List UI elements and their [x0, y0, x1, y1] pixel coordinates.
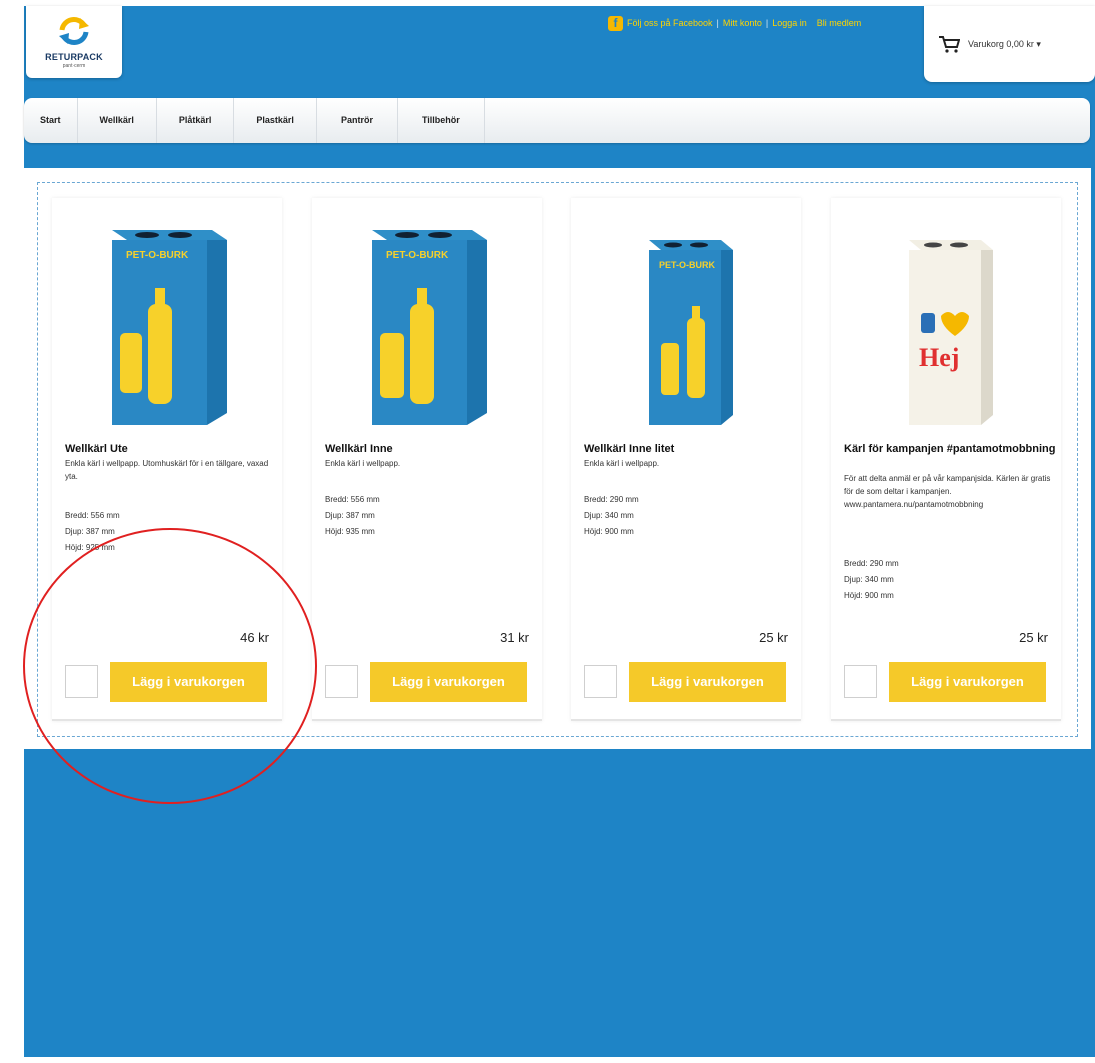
box-print: PET-O-BURK [386, 250, 449, 261]
product-description: Enkla kärl i wellpapp. Utomhuskärl för i… [65, 459, 269, 481]
product-height: Höjd: 900 mm [844, 591, 894, 600]
product-description: För att delta anmäl er på vår kampanjsid… [844, 474, 1051, 509]
product-title[interactable]: Wellkärl Inne litet [584, 443, 799, 456]
nav-item-platkarl[interactable]: Plåtkärl [157, 98, 235, 143]
product-card: PET-O-BURK Wellkärl Inne Enkla kärl i we… [312, 198, 542, 721]
box-print: PET-O-BURK [659, 260, 716, 270]
site-background: RETURPACK pant·cerm f Följ oss på Facebo… [24, 6, 1095, 1057]
box-print: Hej [919, 343, 959, 372]
product-title[interactable]: Wellkärl Inne [325, 443, 540, 456]
product-card: PET-O-BURK Wellkärl Ute Enkla kärl i wel… [52, 198, 282, 721]
product-image: PET-O-BURK [112, 230, 227, 425]
product-description: Enkla kärl i wellpapp. [325, 459, 401, 468]
logo-name: RETURPACK [45, 52, 103, 62]
add-to-cart-button[interactable]: Lägg i varukorgen [629, 662, 786, 702]
product-depth: Djup: 340 mm [844, 575, 894, 584]
box-print: PET-O-BURK [126, 250, 189, 261]
product-height: Höjd: 900 mm [584, 527, 634, 536]
product-card: Hej Kärl för kampanjen #pantamotmobbning… [831, 198, 1061, 721]
product-depth: Djup: 340 mm [584, 511, 634, 520]
nav-item-wellkarl[interactable]: Wellkärl [78, 98, 157, 143]
main-nav: Start Wellkärl Plåtkärl Plastkärl Pantrö… [24, 98, 1090, 143]
product-image: PET-O-BURK [372, 230, 487, 425]
separator: | [765, 18, 769, 28]
nav-item-plastkarl[interactable]: Plastkärl [234, 98, 317, 143]
product-width: Bredd: 556 mm [65, 511, 120, 520]
cart-total: Varukorg 0,00 kr ▾ [968, 39, 1041, 49]
product-depth: Djup: 387 mm [325, 511, 375, 520]
add-to-cart-button[interactable]: Lägg i varukorgen [370, 662, 527, 702]
facebook-icon[interactable]: f [608, 15, 623, 31]
top-links: f Följ oss på Facebook | Mitt konto | Lo… [608, 15, 861, 31]
product-image: PET-O-BURK [649, 240, 733, 425]
nav-item-pantror[interactable]: Pantrör [317, 98, 398, 143]
product-depth: Djup: 387 mm [65, 527, 115, 536]
product-price: 25 kr [759, 630, 788, 645]
shopping-cart-icon [939, 36, 960, 53]
logo[interactable]: RETURPACK pant·cerm [26, 6, 122, 78]
quantity-input[interactable] [844, 665, 877, 698]
product-price: 46 kr [240, 630, 269, 645]
my-account-link[interactable]: Mitt konto [723, 18, 762, 28]
product-title[interactable]: Kärl för kampanjen #pantamotmobbning [844, 443, 1059, 456]
product-height: Höjd: 935 mm [325, 527, 375, 536]
become-member-link[interactable]: Bli medlem [817, 18, 862, 28]
add-to-cart-button[interactable]: Lägg i varukorgen [889, 662, 1046, 702]
product-width: Bredd: 290 mm [584, 495, 639, 504]
product-price: 31 kr [500, 630, 529, 645]
product-width: Bredd: 290 mm [844, 559, 899, 568]
nav-item-start[interactable]: Start [24, 98, 78, 143]
add-to-cart-button[interactable]: Lägg i varukorgen [110, 662, 267, 702]
product-title[interactable]: Wellkärl Ute [65, 443, 280, 456]
quantity-input[interactable] [325, 665, 358, 698]
product-height: Höjd: 925 mm [65, 543, 115, 552]
facebook-link[interactable]: Följ oss på Facebook [627, 18, 713, 28]
separator: | [716, 18, 719, 28]
nav-item-tillbehor[interactable]: Tillbehör [398, 98, 485, 143]
cart-widget[interactable]: Varukorg 0,00 kr ▾ [924, 6, 1095, 82]
page: RETURPACK pant·cerm f Följ oss på Facebo… [0, 0, 1095, 1063]
quantity-input[interactable] [65, 665, 98, 698]
product-area: PET-O-BURK Wellkärl Ute Enkla kärl i wel… [24, 168, 1091, 749]
product-image: Hej [909, 240, 993, 425]
logo-tagline: pant·cerm [62, 63, 86, 69]
recycle-arrows-icon [59, 17, 89, 45]
product-card: PET-O-BURK Wellkärl Inne litet Enkla kär… [571, 198, 801, 721]
login-link[interactable]: Logga in [772, 18, 807, 28]
quantity-input[interactable] [584, 665, 617, 698]
product-width: Bredd: 556 mm [325, 495, 380, 504]
product-description: Enkla kärl i wellpapp. [584, 459, 660, 468]
product-price: 25 kr [1019, 630, 1048, 645]
